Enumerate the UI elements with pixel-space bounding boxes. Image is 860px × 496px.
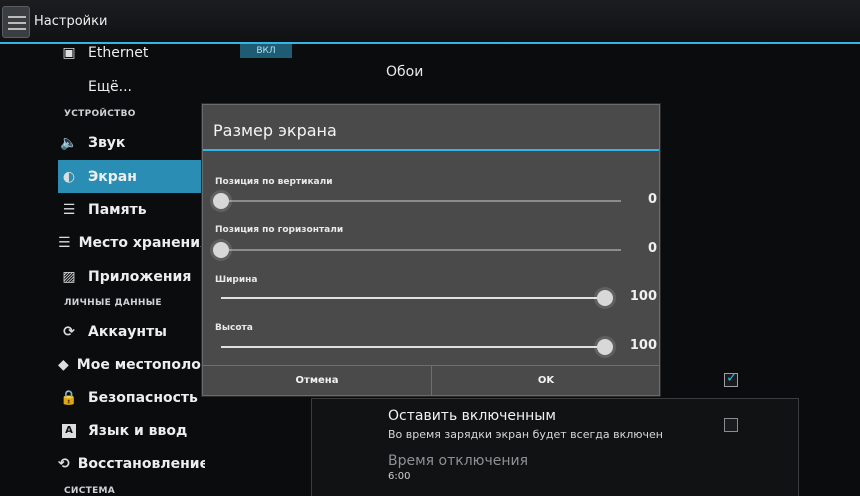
section-header-device: УСТРОЙСТВО	[64, 109, 136, 119]
sidebar-item-reset[interactable]: ⟲ Восстановление и сброс	[58, 447, 205, 480]
height-label: Высота	[215, 323, 253, 333]
keyboard-a-icon: A	[58, 423, 80, 438]
wallpaper-setting[interactable]: Обои	[386, 64, 423, 80]
horizontal-position-thumb[interactable]	[213, 242, 229, 258]
sidebar-item-label: Язык и ввод	[88, 422, 188, 439]
stay-awake-checkbox[interactable]	[724, 418, 738, 432]
sidebar-item-label: Восстановление и сброс	[77, 455, 205, 472]
sidebar-item-label: Ethernet	[88, 44, 149, 61]
sidebar-item-memory[interactable]: ☰ Память	[58, 193, 205, 226]
sidebar-item-label: Экран	[88, 168, 137, 185]
storage-icon: ☰	[62, 201, 76, 218]
sidebar-item-apps[interactable]: ▨ Приложения	[58, 260, 205, 293]
speaker-icon: 🔈	[60, 134, 78, 151]
vertical-position-thumb[interactable]	[213, 193, 229, 209]
dialog-button-bar: Отмена OK	[203, 365, 660, 396]
sidebar-item-security[interactable]: 🔒 Безопасность	[58, 381, 205, 414]
sidebar-item-label: Память	[88, 201, 147, 218]
sidebar-item-label: Аккаунты	[88, 323, 167, 340]
section-header-system: СИСТЕМА	[64, 486, 116, 496]
settings-app-icon[interactable]	[2, 6, 30, 38]
lock-icon: 🔒	[60, 389, 78, 406]
sidebar-item-more[interactable]: Ещё...	[58, 70, 205, 103]
screen-size-dialog: Размер экрана Позиция по вертикали 0 Поз…	[202, 104, 660, 396]
location-icon: ◆	[58, 356, 69, 373]
dialog-title-divider	[203, 149, 659, 151]
width-label: Ширина	[215, 275, 258, 285]
sidebar-item-label: Приложения	[88, 268, 192, 285]
sidebar-item-label: Мое местоположение	[76, 356, 205, 373]
restore-icon: ⟲	[58, 455, 70, 472]
height-thumb[interactable]	[597, 339, 613, 355]
sidebar-item-label: Звук	[88, 134, 126, 151]
sidebar-item-accounts[interactable]: ⟳ Аккаунты	[58, 315, 205, 348]
height-value: 100	[629, 338, 657, 353]
ok-button[interactable]: OK	[432, 366, 660, 396]
cancel-button[interactable]: Отмена	[203, 366, 431, 396]
section-header-personal: ЛИЧНЫЕ ДАННЫЕ	[64, 298, 162, 308]
sidebar-item-language[interactable]: A Язык и ввод	[58, 414, 205, 447]
width-slider[interactable]	[221, 297, 605, 299]
vertical-position-value: 0	[647, 192, 657, 207]
ethernet-toggle[interactable]: ВКЛ	[240, 44, 292, 58]
sidebar-item-screen[interactable]: ◐ Экран	[58, 160, 205, 193]
hidden-setting-checkbox[interactable]	[724, 370, 738, 387]
vertical-position-slider[interactable]	[221, 200, 621, 202]
app-title: Настройки	[34, 14, 108, 29]
sleep-value: 6:00	[388, 471, 411, 482]
horizontal-position-label: Позиция по горизонтали	[215, 225, 344, 235]
horizontal-position-value: 0	[647, 241, 657, 256]
sidebar-item-storage[interactable]: ☰ Место хранения	[58, 226, 205, 259]
vertical-position-label: Позиция по вертикали	[215, 177, 333, 187]
width-thumb[interactable]	[597, 290, 613, 306]
sidebar-item-ethernet[interactable]: ▣ Ethernet	[58, 36, 205, 69]
sidebar-item-label: Безопасность	[88, 389, 198, 406]
sync-icon: ⟳	[63, 323, 75, 340]
horizontal-position-slider[interactable]	[221, 249, 621, 251]
sleep-title[interactable]: Время отключения	[388, 453, 528, 469]
sidebar-item-location[interactable]: ◆ Мое местоположение	[58, 348, 205, 381]
storage-icon: ☰	[58, 234, 71, 251]
apps-icon: ▨	[62, 268, 76, 285]
stay-awake-summary: Во время зарядки экран будет всегда вклю…	[388, 428, 663, 441]
sidebar-item-sound[interactable]: 🔈 Звук	[58, 126, 205, 159]
width-value: 100	[629, 289, 657, 304]
height-slider[interactable]	[221, 346, 605, 348]
sidebar-item-label: Ещё...	[88, 78, 132, 95]
stay-awake-title[interactable]: Оставить включенным	[388, 408, 556, 424]
dialog-title: Размер экрана	[213, 121, 337, 140]
brightness-icon: ◐	[62, 168, 76, 185]
sidebar-item-label: Место хранения	[78, 234, 205, 251]
ethernet-icon: ▣	[62, 44, 76, 61]
